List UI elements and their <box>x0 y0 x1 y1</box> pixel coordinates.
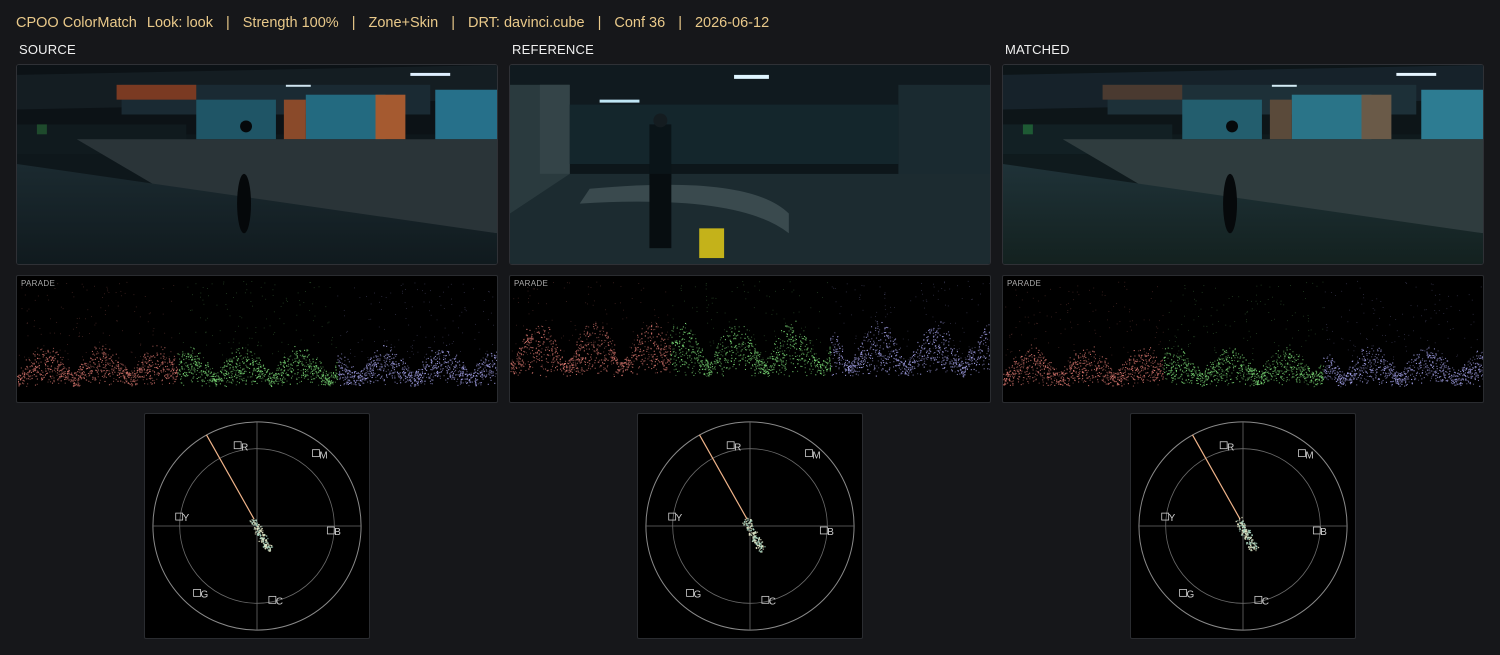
target-label-c: C <box>769 596 776 607</box>
source-viewer[interactable] <box>16 64 498 265</box>
target-label-m: M <box>1305 451 1313 462</box>
target-label-g: G <box>694 589 702 600</box>
target-box-y <box>668 512 677 521</box>
target-label-b: B <box>1320 527 1327 538</box>
parade-channel-red <box>1003 281 1165 387</box>
reference-column: REFERENCE PARADE R M Y B G C <box>509 40 991 640</box>
scope-trace <box>742 517 766 554</box>
parade-label: PARADE <box>21 279 56 288</box>
target-box-m <box>312 449 320 458</box>
target-box-y <box>1161 512 1170 521</box>
target-label-y: Y <box>183 513 190 524</box>
target-label-y: Y <box>1169 513 1176 524</box>
target-label-g: G <box>201 589 209 600</box>
source-parade: PARADE <box>16 275 498 403</box>
source-title: SOURCE <box>19 42 76 57</box>
parade-label: PARADE <box>1007 279 1042 288</box>
matched-viewer[interactable] <box>1002 64 1484 265</box>
target-box-r <box>1219 441 1228 450</box>
drt-label: DRT: davinci.cube <box>468 15 585 31</box>
target-box-m <box>1298 449 1306 458</box>
source-vectorscope-plot: R M Y B G C <box>152 421 362 631</box>
target-label-r: R <box>734 443 741 454</box>
target-box-r <box>233 441 242 450</box>
reference-vectorscope: R M Y B G C <box>637 413 863 639</box>
matched-vectorscope-plot: R M Y B G C <box>1138 421 1348 631</box>
look-label: Look: look <box>146 15 213 31</box>
strength-label: Strength 100% <box>242 15 339 31</box>
source-frame-image <box>17 65 497 264</box>
reference-vectorscope-plot: R M Y B G C <box>645 421 855 631</box>
scope-trace <box>249 519 274 552</box>
parade-label: PARADE <box>514 279 549 288</box>
target-label-r: R <box>241 443 248 454</box>
parade-channel-red <box>510 281 672 378</box>
matched-title: MATCHED <box>1005 42 1070 57</box>
target-box-g <box>686 589 694 597</box>
target-label-y: Y <box>676 513 683 524</box>
target-label-r: R <box>1227 443 1234 454</box>
status-bar: CPOO ColorMatch Look: look | Strength 10… <box>16 13 769 33</box>
reference-parade-plot <box>510 280 990 378</box>
parade-channel-blue <box>337 282 497 387</box>
confidence-label: Conf 36 <box>614 15 666 31</box>
target-box-y <box>175 512 184 521</box>
target-box-g <box>193 589 201 597</box>
date-label: 2026-06-12 <box>694 15 770 31</box>
separator: | <box>678 15 682 31</box>
target-label-g: G <box>1187 589 1195 600</box>
target-label-m: M <box>812 451 820 462</box>
parade-channel-blue <box>830 280 990 378</box>
app-title: CPOO ColorMatch <box>16 15 137 31</box>
separator: | <box>451 15 455 31</box>
mode-label: Zone+Skin <box>368 15 439 31</box>
target-label-m: M <box>319 451 327 462</box>
parade-channel-green <box>670 281 832 378</box>
source-vectorscope: R M Y B G C <box>144 413 370 639</box>
target-label-b: B <box>827 527 834 538</box>
parade-channel-blue <box>1323 280 1483 388</box>
scope-trace <box>1235 516 1260 552</box>
separator: | <box>597 15 602 31</box>
separator: | <box>351 15 356 31</box>
source-column: SOURCE PARADE R M Y B G C <box>16 40 498 640</box>
target-label-c: C <box>276 596 283 607</box>
target-box-g <box>1179 589 1187 597</box>
target-box-b <box>326 526 335 535</box>
reference-frame-image <box>510 65 990 264</box>
parade-channel-green <box>1163 281 1325 388</box>
matched-column: MATCHED PARADE R M Y B G C <box>1002 40 1484 640</box>
matched-vectorscope: R M Y B G C <box>1130 413 1356 639</box>
target-box-b <box>819 526 828 535</box>
reference-title: REFERENCE <box>512 42 594 57</box>
matched-parade-plot <box>1003 280 1483 388</box>
separator: | <box>225 15 230 31</box>
parade-channel-red <box>17 281 179 388</box>
matched-parade: PARADE <box>1002 275 1484 403</box>
target-label-c: C <box>1262 596 1269 607</box>
target-box-m <box>805 449 813 458</box>
target-box-b <box>1312 526 1321 535</box>
target-label-b: B <box>334 527 341 538</box>
parade-channel-green <box>177 281 339 388</box>
matched-frame-image <box>1003 65 1483 264</box>
target-box-r <box>726 441 735 450</box>
reference-viewer[interactable] <box>509 64 991 265</box>
source-parade-plot <box>17 281 497 388</box>
reference-parade: PARADE <box>509 275 991 403</box>
